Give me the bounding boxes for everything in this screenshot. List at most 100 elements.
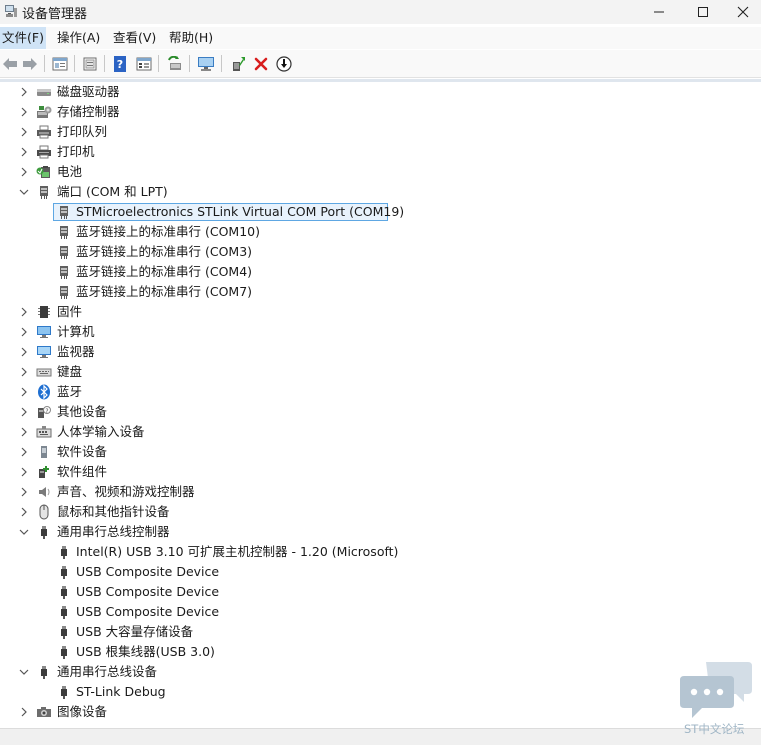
chevron-right-icon[interactable]: [19, 405, 29, 419]
chevron-right-icon[interactable]: [19, 465, 29, 479]
tree-category-software-devices[interactable]: 软件设备: [0, 442, 761, 462]
computer-icon: [36, 325, 52, 339]
tree-device-stlink-vcp[interactable]: STMicroelectronics STLink Virtual COM Po…: [0, 202, 761, 222]
uninstall-icon: [254, 57, 268, 70]
chevron-right-icon[interactable]: [19, 125, 29, 139]
tree-category-mice[interactable]: 鼠标和其他指针设备: [0, 502, 761, 522]
chevron-right-icon[interactable]: [19, 365, 29, 379]
details-button[interactable]: [80, 54, 100, 73]
toolbar-separator: [189, 55, 190, 72]
chevron-right-icon[interactable]: [19, 105, 29, 119]
properties-button[interactable]: [50, 54, 70, 73]
tree-category-software-components[interactable]: 软件组件: [0, 462, 761, 482]
tree-category-sound-video-game[interactable]: 声音、视频和游戏控制器: [0, 482, 761, 502]
tree-category-label: 监视器: [57, 344, 95, 359]
chevron-right-icon[interactable]: [19, 85, 29, 99]
usb-icon: [56, 685, 72, 699]
tree-category-other-devices[interactable]: ? 其他设备: [0, 402, 761, 422]
chevron-down-icon[interactable]: [19, 525, 29, 539]
tree-category-label: 鼠标和其他指针设备: [57, 504, 170, 519]
chevron-right-icon[interactable]: [19, 485, 29, 499]
forward-button[interactable]: [20, 54, 40, 73]
chevron-right-icon[interactable]: [19, 385, 29, 399]
tree-device-usb[interactable]: USB Composite Device: [0, 602, 761, 622]
firmware-icon: [36, 305, 52, 319]
tree-device-usb[interactable]: USB 大容量存储设备: [0, 622, 761, 642]
help-button[interactable]: ?: [110, 54, 130, 73]
chevron-down-icon[interactable]: [19, 185, 29, 199]
tree-device-label: Intel(R) USB 3.10 可扩展主机控制器 - 1.20 (Micro…: [76, 544, 399, 559]
tree-category-firmware[interactable]: 固件: [0, 302, 761, 322]
usb-icon: [56, 565, 72, 579]
tree-device-usb[interactable]: USB Composite Device: [0, 582, 761, 602]
tree-category-storage-controllers[interactable]: 存储控制器: [0, 102, 761, 122]
tree-category-ports[interactable]: 端口 (COM 和 LPT): [0, 182, 761, 202]
close-button[interactable]: [724, 0, 761, 24]
menu-action[interactable]: 操作(A): [55, 27, 102, 49]
properties-icon: [52, 57, 68, 70]
menu-bar: 文件(F) 操作(A) 查看(V) 帮助(H): [0, 27, 761, 49]
tree-category-batteries[interactable]: 电池: [0, 162, 761, 182]
view-icon: [136, 57, 152, 70]
menu-file[interactable]: 文件(F): [0, 27, 46, 49]
tree-category-keyboards[interactable]: 键盘: [0, 362, 761, 382]
scan-hardware-icon: [168, 55, 181, 70]
chevron-right-icon[interactable]: [19, 705, 29, 719]
chevron-right-icon[interactable]: [19, 445, 29, 459]
update-driver-button[interactable]: [228, 54, 248, 73]
tree-category-label: 软件设备: [57, 444, 108, 459]
usb-icon: [56, 625, 72, 639]
tree-category-printers[interactable]: 打印机: [0, 142, 761, 162]
tree-category-bluetooth[interactable]: 蓝牙: [0, 382, 761, 402]
tree-category-label: 其他设备: [57, 404, 108, 419]
chevron-down-icon[interactable]: [19, 665, 29, 679]
tree-device-bt-serial[interactable]: 蓝牙链接上的标准串行 (COM3): [0, 242, 761, 262]
minimize-button[interactable]: [636, 0, 682, 24]
tree-category-print-queues[interactable]: 打印队列: [0, 122, 761, 142]
uninstall-button[interactable]: [251, 54, 271, 73]
tree-device-bt-serial[interactable]: 蓝牙链接上的标准串行 (COM4): [0, 262, 761, 282]
chevron-right-icon[interactable]: [19, 325, 29, 339]
back-icon: [3, 57, 17, 70]
monitor-icon: [36, 345, 52, 359]
tree-device-label: USB Composite Device: [76, 604, 220, 619]
tree-category-disk-drives[interactable]: 磁盘驱动器: [0, 82, 761, 102]
tree-category-label: 磁盘驱动器: [57, 84, 120, 99]
tree-category-hid[interactable]: 人体学输入设备: [0, 422, 761, 442]
tree-category-imaging-devices[interactable]: 图像设备: [0, 702, 761, 722]
toolbar-separator: [158, 55, 159, 72]
menu-view[interactable]: 查看(V): [111, 27, 158, 49]
port-icon: [56, 285, 72, 299]
monitor-icon: [198, 56, 214, 71]
tree-category-usb-controllers[interactable]: 通用串行总线控制器: [0, 522, 761, 542]
tree-device-bt-serial[interactable]: 蓝牙链接上的标准串行 (COM7): [0, 282, 761, 302]
tree-category-label: 端口 (COM 和 LPT): [57, 184, 168, 199]
chevron-right-icon[interactable]: [19, 425, 29, 439]
maximize-button[interactable]: [680, 0, 726, 24]
forward-icon: [23, 57, 37, 70]
tree-device-bt-serial[interactable]: 蓝牙链接上的标准串行 (COM10): [0, 222, 761, 242]
tree-device-stlink-debug[interactable]: ST-Link Debug: [0, 682, 761, 702]
monitor-button[interactable]: [196, 54, 216, 73]
scan-hardware-button[interactable]: [165, 54, 185, 73]
usb-icon: [56, 605, 72, 619]
tree-device-usb[interactable]: USB Composite Device: [0, 562, 761, 582]
tree-category-usb-devices[interactable]: 通用串行总线设备: [0, 662, 761, 682]
chevron-right-icon[interactable]: [19, 505, 29, 519]
disable-device-button[interactable]: [274, 54, 294, 73]
toolbar-separator: [74, 55, 75, 72]
chevron-right-icon[interactable]: [19, 145, 29, 159]
tree-device-usb[interactable]: Intel(R) USB 3.10 可扩展主机控制器 - 1.20 (Micro…: [0, 542, 761, 562]
chevron-right-icon[interactable]: [19, 165, 29, 179]
toolbar-separator: [221, 55, 222, 72]
view-button[interactable]: [134, 54, 154, 73]
tree-category-computer[interactable]: 计算机: [0, 322, 761, 342]
back-button[interactable]: [0, 54, 20, 73]
port-icon: [56, 245, 72, 259]
tree-category-monitors[interactable]: 监视器: [0, 342, 761, 362]
tree-device-label: 蓝牙链接上的标准串行 (COM10): [76, 224, 260, 239]
chevron-right-icon[interactable]: [19, 305, 29, 319]
tree-device-usb[interactable]: USB 根集线器(USB 3.0): [0, 642, 761, 662]
chevron-right-icon[interactable]: [19, 345, 29, 359]
menu-help[interactable]: 帮助(H): [167, 27, 215, 49]
